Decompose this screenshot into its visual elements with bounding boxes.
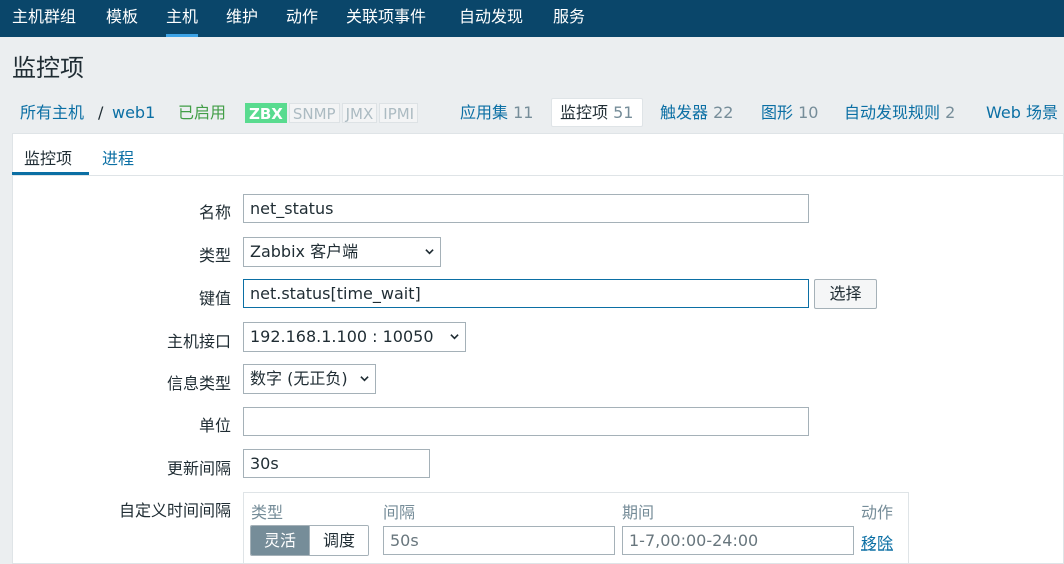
interval-type-toggle: 灵活 调度: [250, 525, 370, 556]
info-type-select-value: 数字 (无正负): [250, 369, 348, 388]
update-interval-label: 更新间隔: [166, 459, 231, 478]
tab-discovery-rules-count: 2: [945, 103, 956, 122]
interface-select[interactable]: 192.168.1.100 : 10050: [243, 322, 466, 352]
nav-actions[interactable]: 动作: [286, 0, 318, 37]
page-title: 监控项: [12, 54, 84, 82]
tab-discovery-rules-label: 自动发现规则: [844, 103, 941, 122]
breadcrumb-separator: /: [98, 103, 104, 122]
remove-interval-link[interactable]: 移除: [861, 530, 893, 554]
tab-triggers-label: 触发器: [660, 103, 709, 122]
nav-services[interactable]: 服务: [553, 0, 585, 37]
tab-items-count: 51: [613, 103, 634, 122]
subtab-preprocessing[interactable]: 进程: [102, 145, 134, 169]
badge-ipmi: IPMI: [379, 103, 419, 123]
tab-applications-label: 应用集: [460, 103, 509, 122]
tab-items[interactable]: 监控项 51: [560, 103, 633, 123]
units-input[interactable]: [243, 407, 809, 436]
active-subtab-indicator: [12, 172, 89, 175]
top-navigation: 主机群组 模板 主机 维护 动作 关联项事件 自动发现 服务: [0, 0, 1064, 37]
badge-jmx: JMX: [341, 103, 378, 123]
name-input[interactable]: net_status: [243, 194, 809, 223]
info-type-label: 信息类型: [166, 374, 231, 393]
form-subtabs: 监控项 进程: [12, 134, 1064, 176]
tab-triggers-count: 22: [713, 103, 734, 122]
nav-host-groups[interactable]: 主机群组: [12, 0, 76, 37]
chevron-down-icon: [450, 334, 459, 340]
breadcrumb-all-hosts[interactable]: 所有主机: [20, 103, 84, 123]
type-select[interactable]: Zabbix 客户端: [243, 237, 441, 267]
tab-items-label: 监控项: [560, 103, 609, 122]
key-label: 键值: [198, 289, 231, 308]
interface-label: 主机接口: [166, 332, 231, 351]
select-key-button[interactable]: 选择: [814, 279, 877, 309]
badge-zbx: ZBX: [245, 103, 287, 123]
tab-discovery-rules[interactable]: 自动发现规则 2: [844, 103, 955, 123]
tab-web-scenarios[interactable]: Web 场景: [986, 103, 1058, 123]
type-scheduling-option[interactable]: 调度: [309, 526, 369, 555]
col-period-header: 期间: [622, 503, 655, 522]
tab-applications[interactable]: 应用集 11: [460, 103, 533, 123]
type-label: 类型: [198, 246, 231, 265]
col-type-header: 类型: [251, 503, 284, 522]
col-action-header: 动作: [861, 503, 894, 522]
type-select-value: Zabbix 客户端: [250, 242, 359, 261]
host-status-enabled[interactable]: 已启用: [178, 103, 226, 123]
badge-snmp: SNMP: [288, 103, 340, 123]
nav-maintenance[interactable]: 维护: [226, 0, 258, 37]
key-input[interactable]: net.status[time_wait]: [243, 279, 809, 308]
nav-event-correlation[interactable]: 关联项事件: [346, 0, 426, 37]
custom-period-input[interactable]: 1-7,00:00-24:00: [622, 526, 854, 555]
subtab-item[interactable]: 监控项: [24, 145, 72, 169]
update-interval-input[interactable]: 30s: [243, 449, 430, 478]
custom-interval-input[interactable]: 50s: [383, 526, 615, 555]
custom-intervals-label: 自定义时间间隔: [118, 501, 231, 520]
interface-select-value: 192.168.1.100 : 10050: [250, 327, 434, 346]
tab-graphs[interactable]: 图形 10: [761, 103, 818, 123]
info-type-select[interactable]: 数字 (无正负): [243, 364, 376, 394]
nav-templates[interactable]: 模板: [106, 0, 138, 37]
tab-graphs-label: 图形: [761, 103, 794, 122]
tab-applications-count: 11: [513, 103, 534, 122]
units-label: 单位: [198, 416, 231, 435]
nav-discovery[interactable]: 自动发现: [459, 0, 523, 37]
type-flexible-option[interactable]: 灵活: [251, 526, 310, 555]
availability-badges: ZBX SNMP JMX IPMI: [245, 103, 420, 123]
col-interval-header: 间隔: [383, 503, 416, 522]
breadcrumb-host[interactable]: web1: [112, 103, 155, 123]
tab-graphs-count: 10: [798, 103, 819, 122]
host-breadcrumb-bar: 所有主机 / web1 已启用 ZBX SNMP JMX IPMI 应用集 11…: [0, 96, 1064, 130]
tab-triggers[interactable]: 触发器 22: [660, 103, 733, 123]
chevron-down-icon: [360, 376, 369, 382]
name-label: 名称: [198, 203, 231, 222]
chevron-down-icon: [425, 249, 434, 255]
nav-hosts[interactable]: 主机: [166, 0, 199, 37]
